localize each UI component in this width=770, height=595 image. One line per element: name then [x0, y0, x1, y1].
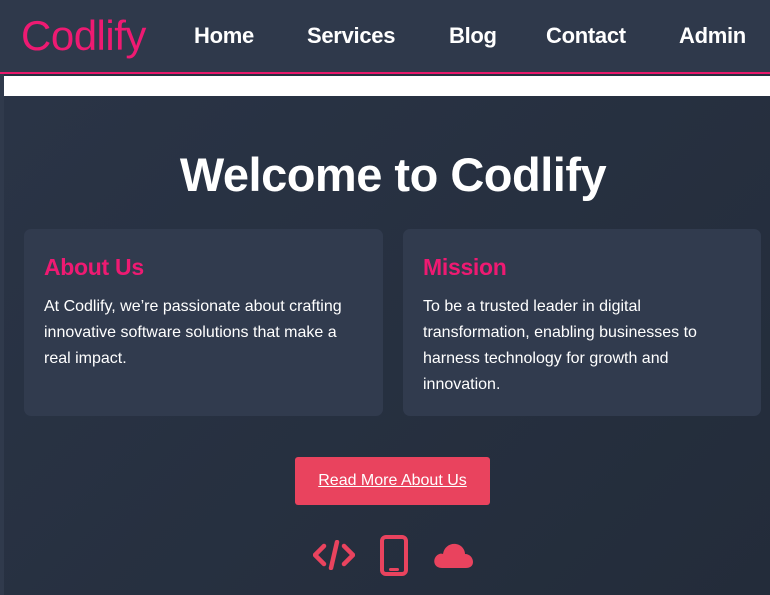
nav-link-home[interactable]: Home	[194, 22, 254, 50]
mission-heading: Mission	[423, 254, 507, 280]
navbar: Codlify Home Services Blog Contact Admin	[0, 0, 770, 74]
code-icon	[313, 540, 355, 570]
page-title: Welcome to Codlify	[179, 148, 607, 201]
cloud-icon	[434, 543, 473, 568]
mission-card: Mission To be a trusted leader in digita…	[403, 229, 761, 416]
nav-link-blog[interactable]: Blog	[449, 22, 497, 50]
brand-logo[interactable]: Codlify	[21, 11, 146, 61]
mobile-phone-icon	[380, 535, 408, 576]
about-us-card: About Us At Codlify, we’re passionate ab…	[24, 229, 383, 416]
read-more-button[interactable]: Read More About Us	[295, 457, 490, 505]
nav-link-contact[interactable]: Contact	[546, 22, 626, 50]
nav-link-services[interactable]: Services	[307, 22, 395, 50]
mission-text: To be a trusted leader in digital transf…	[423, 298, 697, 393]
about-us-text: At Codlify, we’re passionate about craft…	[44, 298, 342, 367]
nav-link-admin[interactable]: Admin	[679, 22, 746, 50]
header-strip	[4, 76, 770, 96]
about-us-heading: About Us	[44, 254, 144, 280]
